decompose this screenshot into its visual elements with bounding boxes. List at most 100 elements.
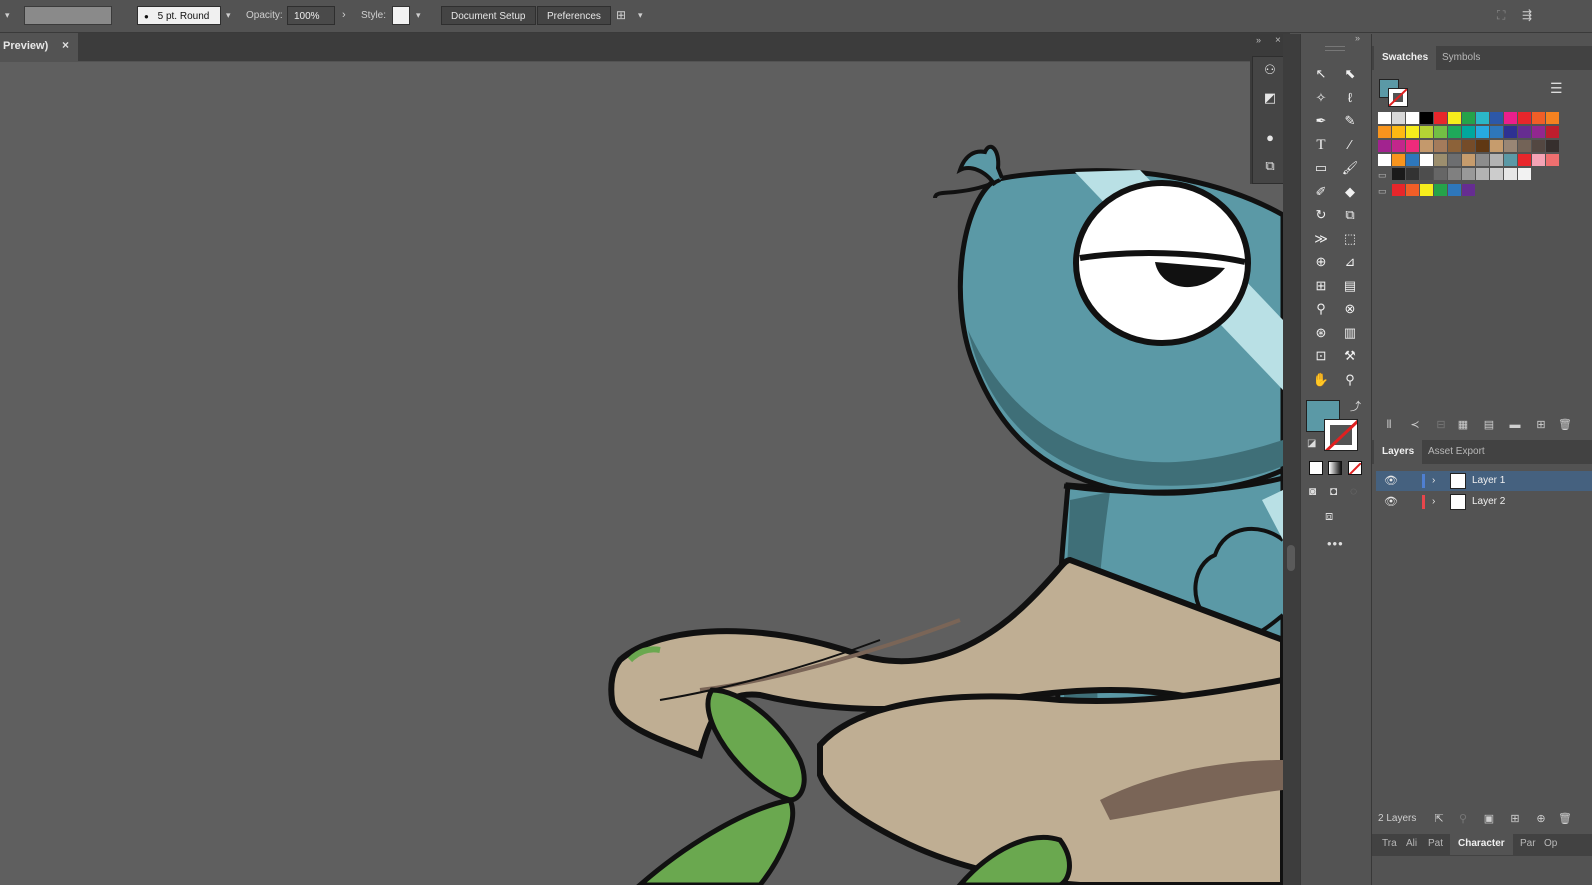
screen-mode-icon[interactable]: ⧈	[1325, 508, 1333, 524]
symbol-sprayer-tool-icon[interactable]: ⊛	[1310, 322, 1332, 344]
delete-swatch-icon[interactable]: 🗑	[1558, 418, 1572, 432]
brush-profile-field[interactable]: ● 5 pt. Round	[137, 6, 221, 25]
color-group-icon[interactable]: ▤	[1482, 418, 1496, 432]
color-swatch[interactable]	[1518, 168, 1531, 180]
new-layer-icon[interactable]: ⊕	[1534, 812, 1548, 826]
tab-transform[interactable]: Tra	[1382, 833, 1397, 855]
color-swatch[interactable]	[1462, 168, 1475, 180]
color-swatch[interactable]	[1392, 140, 1405, 152]
tab-paragraph[interactable]: Par	[1520, 833, 1536, 855]
pen-tool-icon[interactable]: ✒	[1310, 110, 1332, 132]
draw-behind-icon[interactable]: ◘	[1330, 484, 1337, 498]
color-swatch[interactable]	[1532, 126, 1545, 138]
color-swatch[interactable]	[1504, 140, 1517, 152]
color-swatch[interactable]	[1476, 112, 1489, 124]
color-swatch[interactable]	[1392, 126, 1405, 138]
color-swatch[interactable]	[1392, 112, 1405, 124]
new-color-group-icon[interactable]: ▬	[1508, 418, 1522, 432]
panel-menu-icon[interactable]: ☰	[1550, 80, 1563, 97]
color-swatch[interactable]	[1434, 126, 1447, 138]
color-swatch[interactable]	[1420, 112, 1433, 124]
scale-tool-icon[interactable]: ⧉	[1339, 204, 1361, 226]
color-swatch[interactable]	[1462, 154, 1475, 166]
color-swatch[interactable]	[1476, 168, 1489, 180]
color-swatch[interactable]	[1462, 184, 1475, 196]
color-swatch[interactable]	[1546, 154, 1559, 166]
color-swatch[interactable]	[1532, 140, 1545, 152]
style-swatch[interactable]	[392, 6, 410, 25]
type-tool-icon[interactable]: T	[1310, 134, 1332, 156]
document-setup-button[interactable]: Document Setup	[441, 6, 536, 25]
new-swatch-icon[interactable]: ⊞	[1534, 418, 1548, 432]
color-swatch[interactable]	[1434, 112, 1447, 124]
artboard-tool-icon[interactable]: ⊡	[1310, 345, 1332, 367]
free-transform-tool-icon[interactable]: ⬚	[1339, 228, 1361, 250]
color-swatch[interactable]	[1448, 154, 1461, 166]
workspace-switcher-icon[interactable]: ⇶	[1522, 6, 1532, 25]
layer-name[interactable]: Layer 2	[1472, 492, 1505, 512]
arrange-documents-icon[interactable]: ⊞	[616, 6, 626, 25]
color-swatch[interactable]	[1406, 154, 1419, 166]
color-swatch[interactable]	[1434, 184, 1447, 196]
color-swatch[interactable]	[1476, 140, 1489, 152]
color-swatch[interactable]	[1420, 184, 1433, 196]
layer-name[interactable]: Layer 1	[1472, 471, 1505, 491]
rotate-tool-icon[interactable]: ↻	[1310, 204, 1332, 226]
color-swatch[interactable]	[1504, 154, 1517, 166]
color-swatch[interactable]	[1504, 168, 1517, 180]
visibility-eye-icon[interactable]: 👁	[1384, 492, 1398, 512]
swatch-options-icon[interactable]: ▦	[1456, 418, 1470, 432]
layer-row[interactable]: 👁 › Layer 1	[1376, 471, 1592, 491]
color-swatch[interactable]	[1462, 140, 1475, 152]
show-kinds-icon[interactable]: ⊟	[1434, 418, 1448, 432]
color-swatch[interactable]	[1448, 140, 1461, 152]
default-fill-stroke-icon[interactable]: ◪	[1307, 438, 1316, 449]
tab-swatches[interactable]: Swatches	[1374, 46, 1437, 70]
chevron-down-icon[interactable]: ▾	[416, 6, 421, 25]
scrollbar-thumb[interactable]	[1287, 545, 1295, 571]
chevron-down-icon[interactable]: ▾	[638, 6, 643, 25]
selection-tool-icon[interactable]: ↖	[1310, 63, 1332, 85]
artboard-canvas[interactable]	[0, 62, 1283, 885]
color-swatch[interactable]	[1378, 112, 1391, 124]
color-swatch[interactable]	[1392, 154, 1405, 166]
new-sublayer-icon[interactable]: ⊞	[1508, 812, 1522, 826]
preferences-button[interactable]: Preferences	[537, 6, 611, 25]
swatch-libraries-icon[interactable]: ⫴	[1382, 418, 1396, 432]
gradient-tool-icon[interactable]: ▤	[1339, 275, 1361, 297]
color-swatch[interactable]	[1420, 168, 1433, 180]
color-swatch[interactable]	[1518, 126, 1531, 138]
color-swatch[interactable]	[1532, 112, 1545, 124]
expand-panels-icon[interactable]: »	[1256, 35, 1261, 45]
transform-panel-icon[interactable]: ⧉	[1262, 158, 1278, 174]
color-swatch[interactable]	[1490, 140, 1503, 152]
toolbar-grip[interactable]	[1325, 46, 1345, 51]
place-swatch-icon[interactable]: ≺	[1408, 418, 1422, 432]
tab-opentype[interactable]: Op	[1544, 833, 1557, 855]
color-swatch[interactable]	[1378, 126, 1391, 138]
tab-pathfinder[interactable]: Pat	[1428, 833, 1443, 855]
visibility-eye-icon[interactable]: 👁	[1384, 471, 1398, 491]
expand-layer-icon[interactable]: ›	[1432, 492, 1435, 512]
export-icon[interactable]: ⇱	[1432, 812, 1446, 826]
slice-tool-icon[interactable]: ⚒	[1339, 345, 1361, 367]
lasso-tool-icon[interactable]: ℓ	[1339, 87, 1361, 109]
chevron-right-icon[interactable]: ›	[342, 6, 346, 25]
tab-character[interactable]: Character	[1450, 833, 1513, 855]
opacity-field[interactable]: 100%	[287, 6, 335, 25]
stroke-weight-field[interactable]	[24, 6, 112, 25]
chevron-down-icon[interactable]: ▾	[5, 6, 10, 25]
color-swatch[interactable]	[1420, 126, 1433, 138]
column-graph-tool-icon[interactable]: ▥	[1339, 322, 1361, 344]
expand-layer-icon[interactable]: ›	[1432, 471, 1435, 491]
maximize-icon[interactable]: ⛶	[1497, 6, 1505, 25]
locate-object-icon[interactable]: ⚲	[1456, 812, 1470, 826]
appearance-panel-icon[interactable]: ⚇	[1262, 62, 1278, 78]
line-segment-tool-icon[interactable]: ∕	[1339, 134, 1361, 156]
swap-fill-stroke-icon[interactable]: ⤴	[1350, 398, 1361, 414]
color-swatch[interactable]	[1378, 140, 1391, 152]
color-mode-icon[interactable]	[1309, 461, 1323, 475]
color-swatch[interactable]	[1406, 126, 1419, 138]
vertical-scrollbar[interactable]	[1283, 34, 1300, 885]
color-swatch[interactable]	[1378, 154, 1391, 166]
